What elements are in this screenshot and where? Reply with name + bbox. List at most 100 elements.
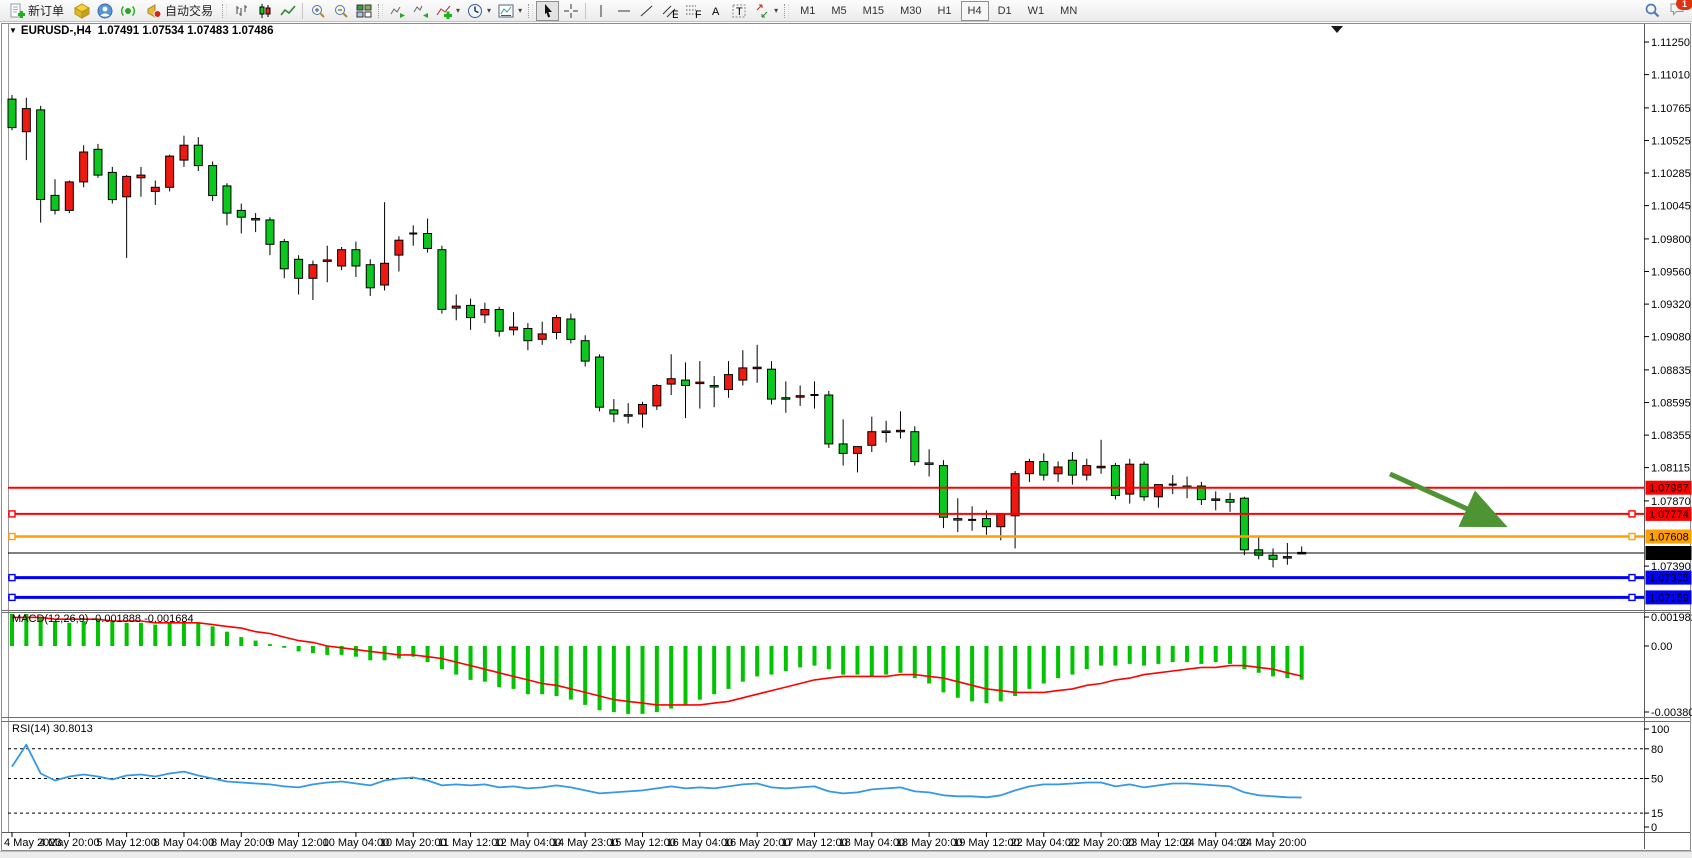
timeframe-button-H1[interactable]: H1 [930, 1, 958, 21]
time-axis-label: 8 May 20:00 [211, 837, 272, 849]
line-handle[interactable] [9, 534, 15, 540]
zoom-in-button[interactable] [306, 1, 329, 21]
equidistant-channel-icon: E [661, 3, 678, 19]
clock-icon [466, 3, 483, 19]
templates-button[interactable]: ▾ [494, 1, 525, 21]
community-icon [96, 3, 113, 19]
auto-scroll-button[interactable] [386, 1, 409, 21]
time-axis-label: 10 May 20:00 [380, 837, 447, 849]
metaeditor-button[interactable] [70, 1, 93, 21]
indicators-button[interactable]: ▾ [432, 1, 463, 21]
ohlc-values: 1.07491 1.07534 1.07483 1.07486 [98, 25, 274, 37]
equidistant-channel-tool-button[interactable]: E [658, 1, 681, 21]
zoom-out-icon [332, 3, 349, 19]
line-handle[interactable] [9, 511, 15, 517]
window-chrome [2, 24, 1691, 851]
symbol-dropdown-icon[interactable]: ▼ [9, 26, 17, 35]
chevron-down-icon: ▾ [456, 6, 460, 15]
text-label-icon: T [730, 3, 747, 19]
time-axis-label: 8 May 04:00 [154, 837, 215, 849]
templates-icon [497, 3, 514, 19]
svg-text:T: T [736, 6, 743, 18]
price-tick-label: 1.08595 [1651, 398, 1691, 410]
price-tick-label: 1.08835 [1651, 365, 1691, 377]
bar-chart-icon [233, 3, 250, 19]
timeframe-button-M1[interactable]: M1 [793, 1, 822, 21]
toolbar-grip [378, 4, 383, 18]
fibonacci-tool-button[interactable]: F [681, 1, 704, 21]
candlestick-chart-button[interactable] [253, 1, 276, 21]
tile-windows-button[interactable] [352, 1, 375, 21]
price-label-text: 1.07305 [1649, 573, 1689, 585]
periods-button[interactable]: ▾ [463, 1, 494, 21]
line-handle[interactable] [1629, 594, 1635, 600]
autotrading-label: 自动交易 [165, 2, 213, 19]
price-tick-label: 1.10045 [1651, 201, 1691, 213]
toolbar-separator [585, 3, 586, 19]
line-chart-button[interactable] [276, 1, 299, 21]
notifications-button[interactable]: 1 [1669, 1, 1686, 20]
cursor-tool-button[interactable] [536, 1, 559, 21]
bar-chart-button[interactable] [230, 1, 253, 21]
trendline-icon [638, 3, 655, 19]
text-icon: A [707, 3, 724, 19]
timeframe-button-M30[interactable]: M30 [893, 1, 928, 21]
line-handle[interactable] [9, 594, 15, 600]
arrows-icon [753, 3, 770, 19]
text-tool-button[interactable]: A [704, 1, 727, 21]
autotrading-button[interactable]: 自动交易 [139, 1, 219, 21]
zoom-out-button[interactable] [329, 1, 352, 21]
price-label-text: 1.07608 [1649, 532, 1689, 544]
community-button[interactable] [93, 1, 116, 21]
svg-text:F: F [695, 9, 701, 19]
price-label-text: 1.07159 [1649, 592, 1689, 604]
zoom-in-icon [309, 3, 326, 19]
chevron-down-icon: ▾ [774, 6, 778, 15]
rsi-axis-label: 80 [1651, 744, 1663, 756]
notification-badge: 1 [1676, 0, 1692, 10]
vertical-line-tool-button[interactable] [589, 1, 612, 21]
crosshair-tool-button[interactable] [559, 1, 582, 21]
arrows-tool-button[interactable]: ▾ [750, 1, 781, 21]
status-strip [0, 851, 1692, 858]
market-button[interactable] [116, 1, 139, 21]
tile-windows-icon [355, 3, 372, 19]
timeframe-button-MN[interactable]: MN [1053, 1, 1084, 21]
rsi-name: RSI(14) [12, 723, 50, 735]
price-tick-label: 1.08355 [1651, 430, 1691, 442]
trendline-tool-button[interactable] [635, 1, 658, 21]
chart-canvas[interactable]: 1.079671.077741.076081.074861.073051.071… [0, 0, 1692, 858]
time-axis-label: 9 May 12:00 [268, 837, 329, 849]
price-tick-label: 1.07870 [1651, 496, 1691, 508]
symbol-period-label: EURUSD-,H4 [21, 25, 91, 37]
toolbar-separator [302, 3, 303, 19]
vertical-line-icon [592, 3, 609, 19]
chart-shift-button[interactable] [409, 1, 432, 21]
timeframe-button-H4[interactable]: H4 [961, 1, 989, 21]
line-handle[interactable] [1629, 575, 1635, 581]
timeframe-button-W1[interactable]: W1 [1021, 1, 1052, 21]
timeframe-button-M15[interactable]: M15 [856, 1, 891, 21]
main-toolbar: 新订单 自动交易 [0, 0, 1692, 22]
horizontal-line-icon [615, 3, 632, 19]
price-tick-label: 1.11010 [1651, 70, 1690, 82]
new-order-label: 新订单 [28, 2, 64, 19]
line-handle[interactable] [9, 575, 15, 581]
chart-shift-icon [412, 3, 429, 19]
price-tick-label: 1.10285 [1651, 168, 1691, 180]
text-label-tool-button[interactable]: T [727, 1, 750, 21]
chevron-down-icon: ▾ [518, 6, 522, 15]
timeframe-button-M5[interactable]: M5 [824, 1, 853, 21]
new-order-button[interactable]: 新订单 [2, 1, 70, 21]
line-handle[interactable] [1629, 511, 1635, 517]
timeframe-button-D1[interactable]: D1 [991, 1, 1019, 21]
line-chart-icon [279, 3, 296, 19]
macd-axis-label: 0.00 [1651, 641, 1672, 653]
horizontal-line-tool-button[interactable] [612, 1, 635, 21]
chart-title: ▼ EURUSD-,H4 1.07491 1.07534 1.07483 1.07… [9, 25, 273, 37]
price-label-text: 1.07967 [1649, 483, 1689, 495]
new-order-icon [8, 3, 25, 19]
price-tick-label: 1.09560 [1651, 267, 1691, 279]
line-handle[interactable] [1629, 534, 1635, 540]
search-icon[interactable] [1644, 3, 1661, 19]
